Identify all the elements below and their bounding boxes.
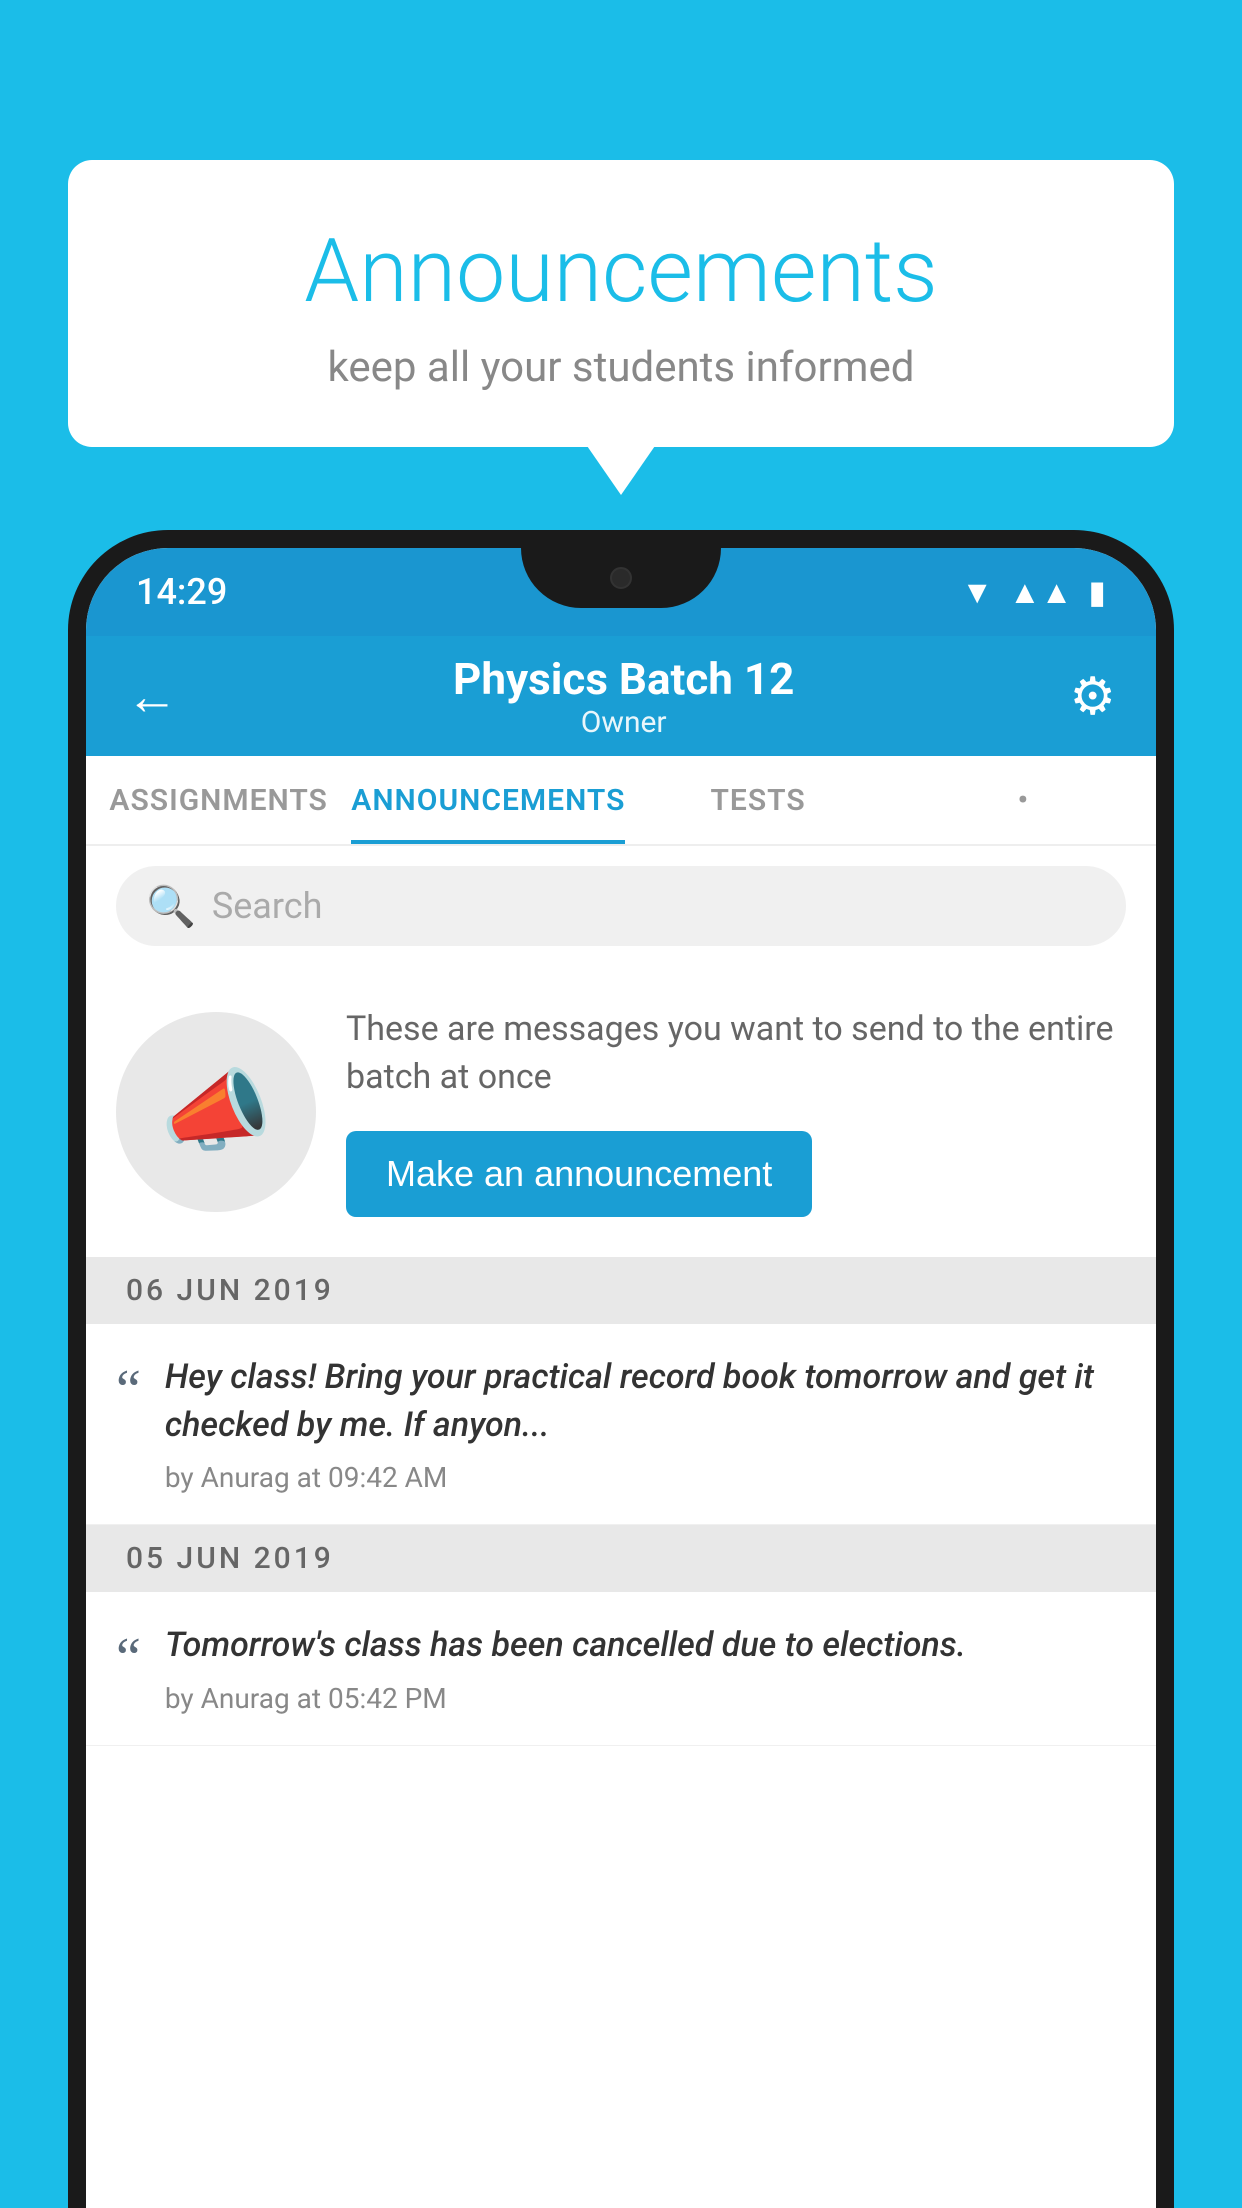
phone-screen: 14:29 ▼ ▲▲ ▮ ← Physics Batch 12 Owner ⚙ … — [86, 548, 1156, 2208]
status-bar: 14:29 ▼ ▲▲ ▮ — [86, 548, 1156, 636]
promo-section: 📣 These are messages you want to send to… — [86, 966, 1156, 1257]
wifi-icon: ▼ — [961, 573, 993, 611]
tabs-bar: ASSIGNMENTS ANNOUNCEMENTS TESTS • — [86, 756, 1156, 846]
status-time: 14:29 — [136, 571, 227, 613]
quote-icon-1: “ — [116, 1362, 141, 1418]
phone-mockup: 14:29 ▼ ▲▲ ▮ ← Physics Batch 12 Owner ⚙ … — [68, 530, 1174, 2208]
promo-right: These are messages you want to send to t… — [346, 1006, 1126, 1217]
camera-dot — [610, 567, 632, 589]
tab-tests[interactable]: TESTS — [625, 756, 890, 844]
tab-more[interactable]: • — [891, 756, 1156, 844]
announcement-content-1: Hey class! Bring your practical record b… — [165, 1354, 1126, 1494]
megaphone-icon: 📣 — [160, 1059, 272, 1164]
speech-bubble-container: Announcements keep all your students inf… — [68, 160, 1174, 447]
battery-icon: ▮ — [1088, 573, 1106, 611]
announcement-meta-2: by Anurag at 05:42 PM — [165, 1682, 1126, 1715]
header-title-area: Physics Batch 12 Owner — [453, 653, 794, 740]
back-button[interactable]: ← — [126, 666, 178, 727]
announcements-title: Announcements — [118, 220, 1124, 323]
settings-icon[interactable]: ⚙ — [1069, 666, 1116, 727]
make-announcement-button[interactable]: Make an announcement — [346, 1131, 812, 1217]
tab-assignments[interactable]: ASSIGNMENTS — [86, 756, 351, 844]
batch-subtitle: Owner — [453, 705, 794, 740]
date-separator-1: 06 JUN 2019 — [86, 1257, 1156, 1324]
announcement-content-2: Tomorrow's class has been cancelled due … — [165, 1622, 1126, 1715]
status-icons: ▼ ▲▲ ▮ — [961, 573, 1106, 611]
phone-notch — [521, 548, 721, 608]
announcements-subtitle: keep all your students informed — [118, 343, 1124, 392]
search-container: 🔍 Search — [86, 846, 1156, 966]
promo-icon-circle: 📣 — [116, 1012, 316, 1212]
search-placeholder-text: Search — [212, 885, 323, 927]
app-header: ← Physics Batch 12 Owner ⚙ — [86, 636, 1156, 756]
search-icon: 🔍 — [146, 883, 196, 930]
announcement-meta-1: by Anurag at 09:42 AM — [165, 1461, 1126, 1494]
signal-icon: ▲▲ — [1009, 573, 1072, 611]
quote-icon-2: “ — [116, 1630, 141, 1686]
batch-title: Physics Batch 12 — [453, 653, 794, 705]
tab-announcements[interactable]: ANNOUNCEMENTS — [351, 756, 625, 844]
promo-description: These are messages you want to send to t… — [346, 1006, 1126, 1101]
search-bar[interactable]: 🔍 Search — [116, 866, 1126, 946]
announcement-item-2: “ Tomorrow's class has been cancelled du… — [86, 1592, 1156, 1746]
speech-bubble: Announcements keep all your students inf… — [68, 160, 1174, 447]
announcement-text-2: Tomorrow's class has been cancelled due … — [165, 1622, 1126, 1670]
announcement-text-1: Hey class! Bring your practical record b… — [165, 1354, 1126, 1449]
announcement-item-1: “ Hey class! Bring your practical record… — [86, 1324, 1156, 1525]
date-separator-2: 05 JUN 2019 — [86, 1525, 1156, 1592]
